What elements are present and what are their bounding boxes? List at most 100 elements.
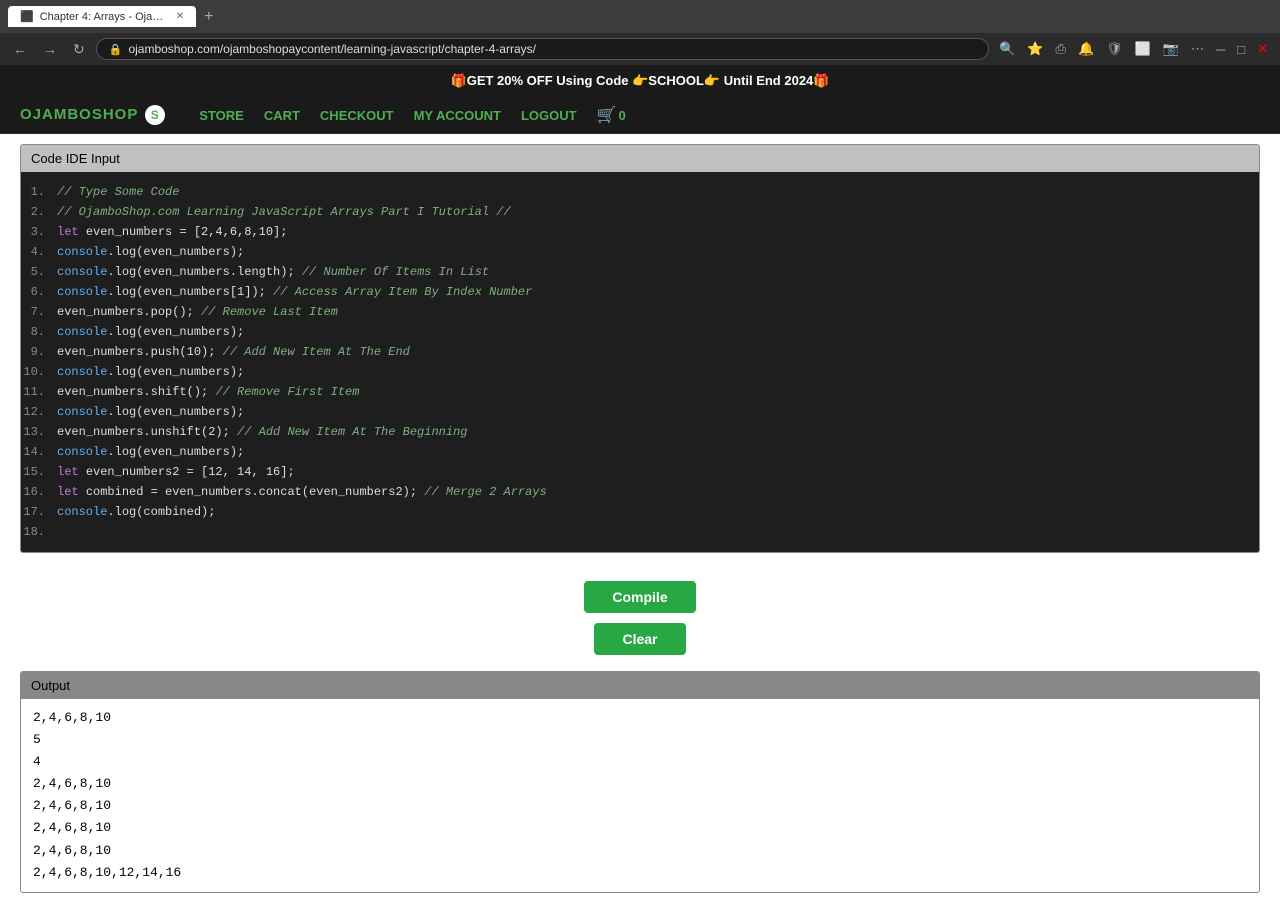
output-line-1: 2,4,6,8,10 [33, 707, 1247, 729]
code-line-7: 7. even_numbers.pop(); // Remove Last It… [21, 302, 1259, 322]
line-code-9: even_numbers.push(10); // Add New Item A… [57, 343, 410, 361]
line-num-1: 1. [21, 183, 57, 201]
output-line-8: 2,4,6,8,10,12,14,16 [33, 862, 1247, 884]
output-line-4: 2,4,6,8,10 [33, 773, 1247, 795]
output-line-5: 2,4,6,8,10 [33, 795, 1247, 817]
maximize-button[interactable]: □ [1233, 40, 1249, 59]
line-code-12: console.log(even_numbers); [57, 403, 244, 421]
tab-close-icon[interactable]: ✕ [176, 11, 184, 22]
my-account-link[interactable]: MY ACCOUNT [414, 108, 501, 123]
line-code-16: let combined = even_numbers.concat(even_… [57, 483, 547, 501]
brand-s-badge: S [145, 105, 165, 125]
search-icon[interactable]: 🔍 [995, 39, 1019, 59]
code-line-13: 13. even_numbers.unshift(2); // Add New … [21, 422, 1259, 442]
line-code-6: console.log(even_numbers[1]); // Access … [57, 283, 532, 301]
logout-link[interactable]: LOGOUT [521, 108, 577, 123]
line-code-3: let even_numbers = [2,4,6,8,10]; [57, 223, 287, 241]
line-num-8: 8. [21, 323, 57, 341]
extension-icon[interactable]: 🔔 [1074, 39, 1098, 59]
store-link[interactable]: STORE [199, 108, 244, 123]
cart-icon-widget[interactable]: 🛒 0 [597, 105, 626, 125]
code-line-16: 16. let combined = even_numbers.concat(e… [21, 482, 1259, 502]
code-line-8: 8. console.log(even_numbers); [21, 322, 1259, 342]
minimize-button[interactable]: ─ [1212, 40, 1229, 59]
output-line-6: 2,4,6,8,10 [33, 817, 1247, 839]
back-button[interactable]: ← [8, 39, 32, 59]
code-line-18: 18. [21, 522, 1259, 542]
line-num-3: 3. [21, 223, 57, 241]
line-num-18: 18. [21, 523, 57, 541]
lock-icon: 🔒 [109, 43, 123, 56]
line-num-14: 14. [21, 443, 57, 461]
code-line-5: 5. console.log(even_numbers.length); // … [21, 262, 1259, 282]
tab-title: Chapter 4: Arrays - Ojambo... [40, 11, 170, 23]
code-line-15: 15. let even_numbers2 = [12, 14, 16]; [21, 462, 1259, 482]
code-line-11: 11. even_numbers.shift(); // Remove Firs… [21, 382, 1259, 402]
forward-button[interactable]: → [38, 39, 62, 59]
code-line-14: 14. console.log(even_numbers); [21, 442, 1259, 462]
line-num-9: 9. [21, 343, 57, 361]
line-num-13: 13. [21, 423, 57, 441]
browser-tab-bar: ⬛ Chapter 4: Arrays - Ojambo... ✕ + [0, 0, 1280, 33]
line-num-16: 16. [21, 483, 57, 501]
line-num-6: 6. [21, 283, 57, 301]
line-code-1: // Type Some Code [57, 183, 179, 201]
screenshot-icon[interactable]: 📷 [1159, 39, 1183, 59]
code-line-3: 3. let even_numbers = [2,4,6,8,10]; [21, 222, 1259, 242]
output-line-7: 2,4,6,8,10 [33, 840, 1247, 862]
output-line-2: 5 [33, 729, 1247, 751]
line-code-4: console.log(even_numbers); [57, 243, 244, 261]
code-line-2: 2. // OjamboShop.com Learning JavaScript… [21, 202, 1259, 222]
line-num-4: 4. [21, 243, 57, 261]
promo-bar: 🎁GET 20% OFF Using Code 👉SCHOOL👉 Until E… [0, 65, 1280, 97]
navbar-links: STORE CART CHECKOUT MY ACCOUNT LOGOUT 🛒 … [199, 105, 626, 125]
line-code-5: console.log(even_numbers.length); // Num… [57, 263, 489, 281]
active-tab[interactable]: ⬛ Chapter 4: Arrays - Ojambo... ✕ [8, 6, 196, 27]
code-line-17: 17. console.log(combined); [21, 502, 1259, 522]
line-num-5: 5. [21, 263, 57, 281]
line-num-12: 12. [21, 403, 57, 421]
line-code-15: let even_numbers2 = [12, 14, 16]; [57, 463, 295, 481]
code-line-12: 12. console.log(even_numbers); [21, 402, 1259, 422]
output-section: Output 2,4,6,8,10 5 4 2,4,6,8,10 2,4,6,8… [20, 671, 1260, 893]
url-display: ojamboshop.com/ojamboshopaycontent/learn… [128, 42, 976, 56]
line-code-8: console.log(even_numbers); [57, 323, 244, 341]
line-num-11: 11. [21, 383, 57, 401]
refresh-button[interactable]: ↻ [68, 39, 90, 60]
address-bar[interactable]: 🔒 ojamboshop.com/ojamboshopaycontent/lea… [96, 38, 989, 60]
browser-nav-bar: ← → ↻ 🔒 ojamboshop.com/ojamboshopayconte… [0, 33, 1280, 65]
line-num-7: 7. [21, 303, 57, 321]
output-header: Output [21, 672, 1259, 699]
code-ide-body[interactable]: 1. // Type Some Code 2. // OjamboShop.co… [21, 172, 1259, 552]
brand-text: OJAMBOSHOP [20, 106, 138, 123]
line-num-2: 2. [21, 203, 57, 221]
checkout-link[interactable]: CHECKOUT [320, 108, 394, 123]
navbar: OJAMBOSHOP S STORE CART CHECKOUT MY ACCO… [0, 97, 1280, 134]
close-button[interactable]: ✕ [1253, 39, 1272, 59]
output-body: 2,4,6,8,10 5 4 2,4,6,8,10 2,4,6,8,10 2,4… [21, 699, 1259, 892]
compile-button[interactable]: Compile [584, 581, 695, 613]
line-code-7: even_numbers.pop(); // Remove Last Item [57, 303, 338, 321]
brand-logo[interactable]: OJAMBOSHOP S [20, 105, 165, 125]
line-code-13: even_numbers.unshift(2); // Add New Item… [57, 423, 467, 441]
line-code-17: console.log(combined); [57, 503, 215, 521]
line-code-14: console.log(even_numbers); [57, 443, 244, 461]
code-line-9: 9. even_numbers.push(10); // Add New Ite… [21, 342, 1259, 362]
more-icon[interactable]: ⋯ [1187, 39, 1208, 59]
extension2-icon[interactable]: 🛡 [1102, 39, 1127, 59]
cart-link[interactable]: CART [264, 108, 300, 123]
line-num-15: 15. [21, 463, 57, 481]
code-ide-header: Code IDE Input [21, 145, 1259, 172]
sidebar-icon[interactable]: ⬜ [1131, 39, 1155, 59]
buttons-area: Compile Clear [20, 565, 1260, 671]
clear-button[interactable]: Clear [594, 623, 685, 655]
share-icon[interactable]: ⎙ [1052, 39, 1070, 59]
cart-symbol: 🛒 [597, 105, 617, 125]
cart-count: 0 [619, 108, 626, 123]
new-tab-button[interactable]: + [204, 8, 213, 26]
bookmark-icon[interactable]: ⭐ [1023, 39, 1047, 59]
code-line-6: 6. console.log(even_numbers[1]); // Acce… [21, 282, 1259, 302]
line-num-10: 10. [21, 363, 57, 381]
line-code-2: // OjamboShop.com Learning JavaScript Ar… [57, 203, 511, 221]
code-line-10: 10. console.log(even_numbers); [21, 362, 1259, 382]
